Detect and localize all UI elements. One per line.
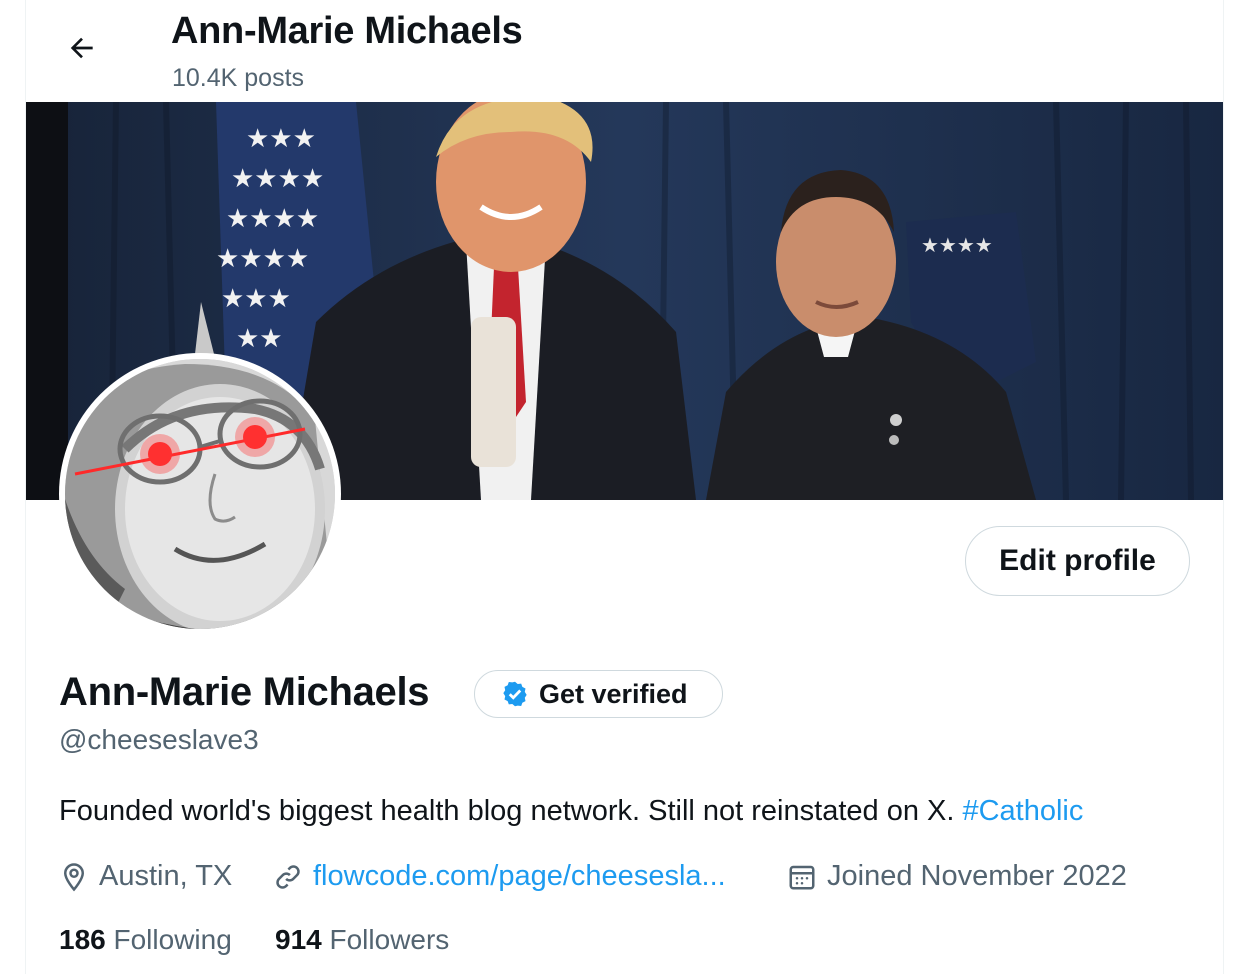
svg-text:★★★: ★★★ [246,124,316,154]
svg-text:★★★★: ★★★★ [231,164,324,194]
location-pin-icon [63,862,85,891]
back-button[interactable] [56,22,108,74]
following-label: Following [113,924,232,955]
website-item: flowcode.com/page/cheesesla... [273,860,726,893]
svg-text:★★★★: ★★★★ [921,233,993,257]
edit-profile-button[interactable]: Edit profile [965,526,1190,596]
bio-hashtag-link[interactable]: #Catholic [962,795,1083,827]
followers-count: 914 [275,924,322,955]
location-text: Austin, TX [99,860,233,892]
website-link[interactable]: flowcode.com/page/cheesesla... [313,860,726,893]
header-posts-count: 10.4K posts [172,64,305,92]
location-item: Austin, TX [59,860,232,893]
svg-text:★★★★: ★★★★ [226,204,319,234]
get-verified-button[interactable]: Get verified [474,670,723,718]
profile-column: Ann-Marie Michaels 10.4K posts ★★★ ★★★★ … [25,0,1224,974]
svg-text:★★★★: ★★★★ [216,244,309,274]
get-verified-label: Get verified [539,678,688,709]
link-icon [276,864,300,889]
followers-link[interactable]: 914 Followers [275,924,449,956]
calendar-icon [789,865,815,889]
following-count: 186 [59,924,106,955]
user-handle: @cheeseslave3 [59,724,259,755]
joined-item: Joined November 2022 [787,860,1127,893]
verified-badge-icon [503,681,527,707]
svg-text:★★: ★★ [236,324,283,354]
header-title: Ann-Marie Michaels [171,10,523,52]
display-name: Ann-Marie Michaels [59,670,430,714]
back-arrow-icon [70,37,93,59]
joined-date: Joined November 2022 [827,860,1127,892]
avatar-image [65,359,335,629]
followers-label: Followers [329,924,450,955]
bio-text: Founded world's biggest health blog netw… [59,795,963,827]
profile-avatar[interactable] [59,353,341,635]
following-link[interactable]: 186 Following [59,924,232,956]
svg-text:★★★: ★★★ [221,284,291,314]
profile-bio: Founded world's biggest health blog netw… [59,795,1083,828]
